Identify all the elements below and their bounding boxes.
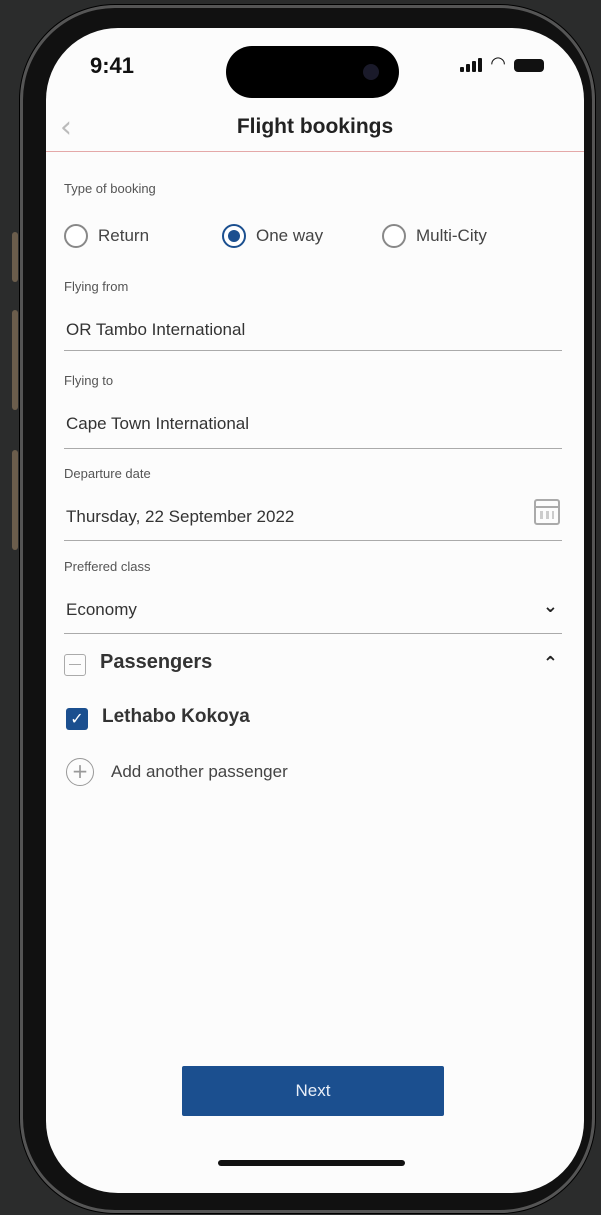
radio-one-way[interactable]: One way <box>222 224 323 248</box>
preferred-class-value: Economy <box>66 600 137 619</box>
volume-up-button <box>12 310 18 410</box>
wifi-icon: ◠ <box>490 53 506 73</box>
minus-box-icon <box>64 654 86 676</box>
volume-down-button <box>12 450 18 550</box>
booking-type-label: Type of booking <box>64 181 156 196</box>
radio-multi-city[interactable]: Multi-City <box>382 224 487 248</box>
silent-switch <box>12 232 18 282</box>
status-icons: ◠ <box>460 54 544 72</box>
departure-date-field[interactable]: Thursday, 22 September 2022 <box>64 499 562 541</box>
dynamic-island <box>226 46 399 98</box>
chevron-up-icon[interactable]: ⌃ <box>543 655 558 673</box>
radio-circle-icon <box>382 224 406 248</box>
radio-circle-icon <box>64 224 88 248</box>
signal-icon <box>460 58 483 72</box>
battery-icon <box>514 59 544 72</box>
radio-one-way-label: One way <box>256 226 324 245</box>
departure-date-label: Departure date <box>64 466 151 481</box>
radio-return[interactable]: Return <box>64 224 149 248</box>
flying-to-value: Cape Town International <box>66 414 250 433</box>
chevron-down-icon: ⌄ <box>542 596 558 617</box>
camera-icon <box>363 64 379 80</box>
flying-from-field[interactable]: OR Tambo International <box>64 320 562 351</box>
flying-from-value: OR Tambo International <box>66 320 246 339</box>
radio-return-label: Return <box>98 226 150 245</box>
next-button[interactable]: Next <box>182 1066 444 1116</box>
radio-multi-city-label: Multi-City <box>416 226 487 245</box>
preferred-class-label: Preffered class <box>64 559 151 574</box>
plus-circle-icon: + <box>66 758 94 786</box>
passengers-section-header[interactable]: Passengers ⌃ <box>64 651 562 681</box>
passenger-name: Lethabo Kokoya <box>102 706 250 727</box>
booking-type-radio-group: Return One way Multi-City <box>64 224 564 254</box>
flying-to-field[interactable]: Cape Town International <box>64 414 562 449</box>
checkbox-checked-icon[interactable]: ✓ <box>66 708 88 730</box>
flying-from-label: Flying from <box>64 279 129 294</box>
status-time: 9:41 <box>90 53 135 78</box>
nav-bar: ‹ Flight bookings <box>46 103 584 152</box>
radio-selected-icon <box>222 224 246 248</box>
app-screen: 9:41 ◠ ‹ Flight bookings Type of booking… <box>46 28 584 1193</box>
add-passenger-label: Add another passenger <box>111 762 288 781</box>
home-indicator[interactable] <box>218 1160 405 1166</box>
preferred-class-select[interactable]: Economy ⌄ <box>64 596 562 634</box>
page-title: Flight bookings <box>236 115 394 138</box>
departure-date-value: Thursday, 22 September 2022 <box>66 507 295 526</box>
passengers-label: Passengers <box>100 651 213 673</box>
flying-to-label: Flying to <box>64 373 114 388</box>
calendar-icon[interactable] <box>534 499 560 525</box>
